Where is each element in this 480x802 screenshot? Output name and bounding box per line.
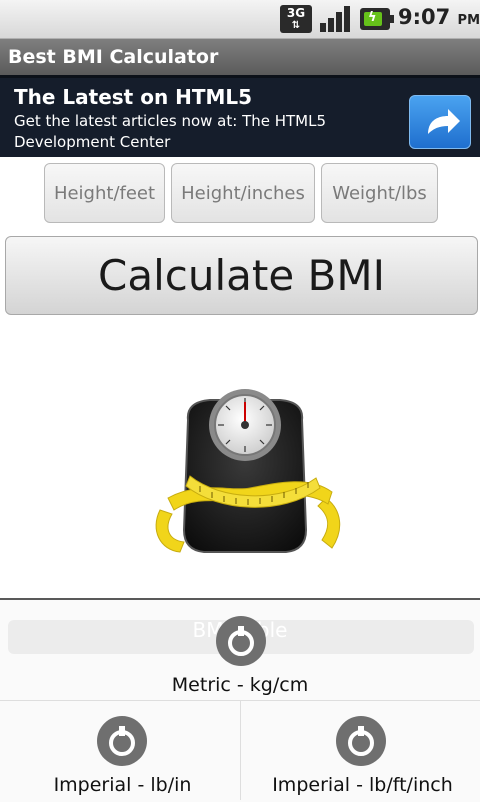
dial-knob-icon <box>216 616 266 666</box>
imperial-lb-in-label: Imperial - lb/in <box>53 774 192 796</box>
weight-lbs-input[interactable]: Weight/lbs <box>321 163 438 223</box>
clock: 9:07 PM <box>398 5 480 29</box>
battery-charging-icon: ϟ <box>360 8 394 30</box>
calculate-bmi-button[interactable]: Calculate BMI <box>5 236 478 315</box>
input-row: Height/feet Height/inches Weight/lbs <box>0 163 480 225</box>
status-bar: 3G ⇅ ϟ 9:07 PM <box>0 0 480 39</box>
dial-knob-icon <box>97 716 147 766</box>
metric-label: Metric - kg/cm <box>171 674 309 696</box>
dial-knob-icon <box>336 716 386 766</box>
share-arrow-icon[interactable] <box>409 95 471 149</box>
ad-banner[interactable]: The Latest on HTML5 Get the latest artic… <box>0 75 480 157</box>
clock-ampm: PM <box>457 13 480 28</box>
clock-time: 9:07 <box>398 5 451 29</box>
height-inches-input[interactable]: Height/inches <box>171 163 315 223</box>
network-3g-icon: 3G ⇅ <box>280 5 312 33</box>
bathroom-scale-icon <box>140 380 350 565</box>
app-title: Best BMI Calculator <box>0 39 480 75</box>
ad-text: Get the latest articles now at: The HTML… <box>14 112 327 151</box>
signal-icon <box>320 6 350 32</box>
imperial-lb-ft-inch-label: Imperial - lb/ft/inch <box>272 774 453 796</box>
network-label: 3G <box>286 6 306 20</box>
divider <box>240 700 241 800</box>
height-feet-input[interactable]: Height/feet <box>44 163 165 223</box>
ad-title: The Latest on HTML5 <box>14 85 253 109</box>
